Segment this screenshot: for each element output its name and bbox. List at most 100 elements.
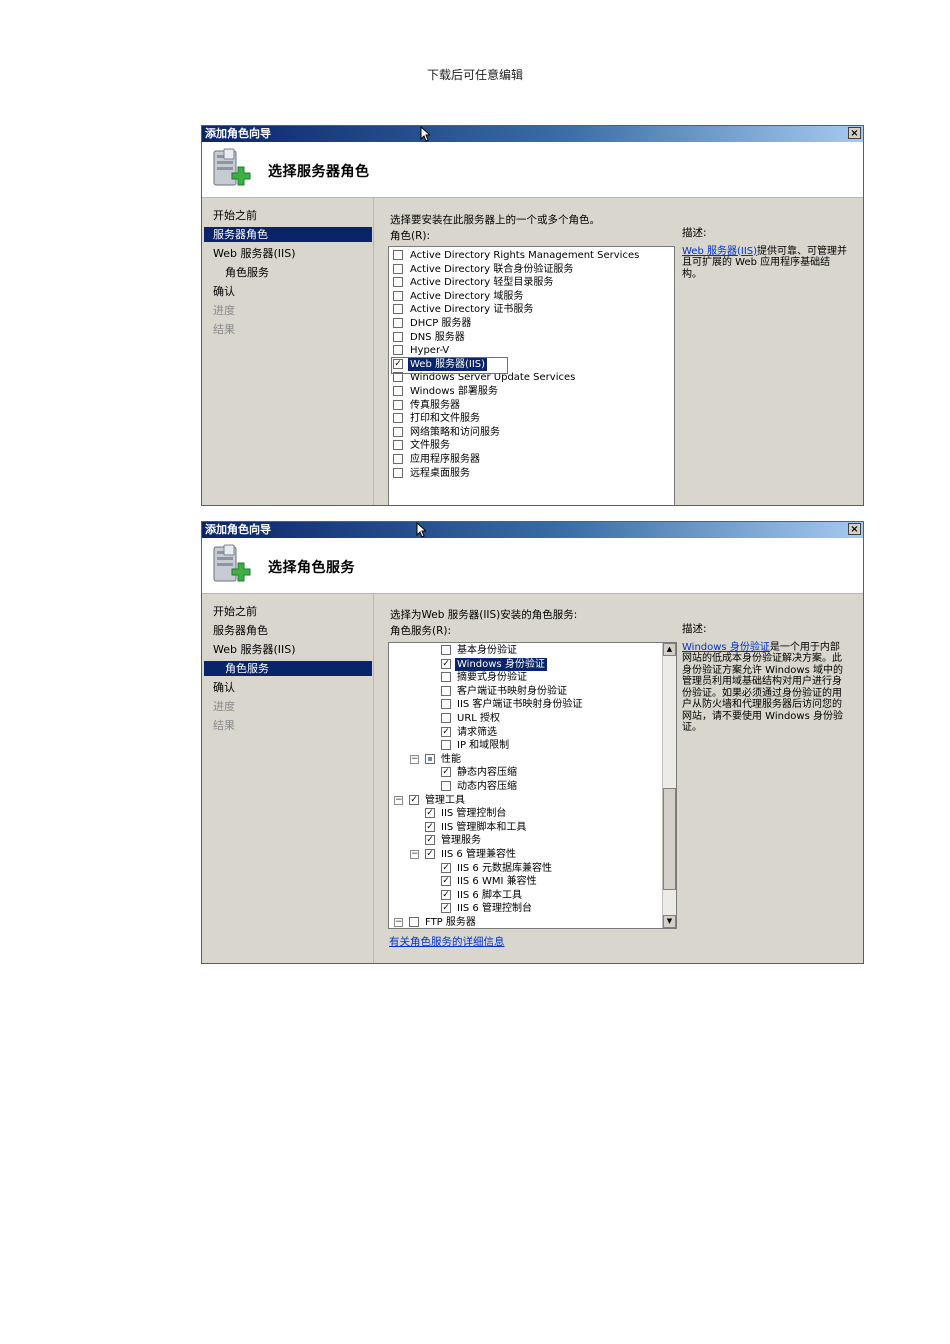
role-service-label: 客户端证书映射身份验证 bbox=[457, 685, 567, 697]
nav-item-before-you-begin[interactable]: 开始之前 bbox=[204, 604, 372, 619]
scroll-down-button[interactable]: ▼ bbox=[663, 915, 676, 928]
role-checkbox[interactable] bbox=[393, 331, 403, 342]
role-service-checkbox[interactable]: ✓ bbox=[441, 658, 451, 669]
role-services-tree[interactable]: − FTP 服务器 ✓ IIS 6 管理控制台 ✓ IIS 6 脚本工具 ✓ IIS 6 WM… bbox=[388, 642, 677, 929]
role-service-checkbox[interactable]: ✓ bbox=[441, 889, 451, 900]
close-button[interactable]: × bbox=[848, 127, 861, 139]
role-checkbox[interactable] bbox=[393, 413, 403, 424]
collapse-toggle-icon[interactable]: − bbox=[394, 918, 403, 927]
role-service-label: URL 授权 bbox=[457, 713, 501, 724]
wizard-nav: 开始之前 服务器角色 Web 服务器(IIS) 角色服务 确认 进度 结果 bbox=[202, 594, 374, 963]
description-text: 是一个用于内部网站的低成本身份验证解决方案。此身份验证方案允许 Windows … bbox=[682, 641, 843, 734]
role-checkbox[interactable] bbox=[393, 318, 403, 328]
role-service-checkbox[interactable]: ✓ bbox=[441, 903, 451, 914]
role-service-checkbox[interactable] bbox=[441, 713, 451, 723]
role-service-label: IIS 管理控制台 bbox=[441, 808, 507, 820]
nav-item-role-services[interactable]: 角色服务 bbox=[204, 661, 372, 676]
role-checkbox[interactable] bbox=[393, 290, 403, 301]
role-service-checkbox[interactable] bbox=[441, 685, 451, 696]
nav-item-web-server[interactable]: Web 服务器(IIS) bbox=[204, 246, 372, 261]
window-title: 添加角色向导 bbox=[205, 523, 271, 536]
role-checkbox[interactable] bbox=[393, 386, 403, 396]
role-checkbox[interactable] bbox=[393, 250, 403, 260]
role-service-checkbox[interactable]: ✓ bbox=[441, 726, 451, 737]
role-checkbox[interactable] bbox=[393, 467, 403, 478]
role-service-label: 基本身份验证 bbox=[457, 645, 517, 656]
role-label: Windows 部署服务 bbox=[410, 386, 498, 397]
role-service-label: IIS 管理脚本和工具 bbox=[441, 821, 527, 833]
description-link[interactable]: Windows 身份验证 bbox=[682, 642, 770, 653]
nav-item-confirmation[interactable]: 确认 bbox=[204, 284, 372, 299]
role-label: Active Directory 轻型目录服务 bbox=[410, 277, 554, 289]
title-bar[interactable]: 添加角色向导 × bbox=[202, 126, 863, 142]
server-add-icon bbox=[213, 148, 251, 186]
role-service-checkbox[interactable] bbox=[441, 781, 451, 791]
role-label: Active Directory Rights Management Servi… bbox=[410, 250, 640, 261]
role-service-label: 管理工具 bbox=[425, 794, 465, 806]
mouse-cursor-icon bbox=[416, 522, 426, 538]
role-service-checkbox[interactable] bbox=[425, 753, 435, 764]
nav-item-web-server[interactable]: Web 服务器(IIS) bbox=[204, 642, 372, 657]
vertical-scrollbar[interactable]: ▲ ▼ bbox=[662, 643, 676, 928]
role-checkbox[interactable] bbox=[393, 440, 403, 451]
page-title: 选择角色服务 bbox=[268, 560, 355, 576]
role-service-checkbox[interactable]: ✓ bbox=[425, 821, 435, 832]
role-service-label: IIS 6 WMI 兼容性 bbox=[457, 876, 537, 888]
collapse-toggle-icon[interactable]: − bbox=[394, 795, 403, 805]
role-service-label: IIS 6 管理控制台 bbox=[457, 903, 532, 915]
role-service-checkbox[interactable]: ✓ bbox=[425, 849, 435, 859]
role-service-checkbox[interactable]: ✓ bbox=[441, 767, 451, 778]
description-panel: 描述: Web 服务器(IIS)提供可靠、可管理并且可扩展的 Web 应用程序基… bbox=[682, 227, 848, 280]
role-label: 应用程序服务器 bbox=[410, 454, 480, 465]
role-service-checkbox[interactable]: ✓ bbox=[425, 835, 435, 846]
role-label: 远程桌面服务 bbox=[410, 467, 470, 479]
role-checkbox[interactable] bbox=[393, 426, 403, 437]
role-label: Active Directory 域服务 bbox=[410, 290, 524, 302]
role-checkbox[interactable] bbox=[393, 399, 403, 410]
nav-item-confirmation[interactable]: 确认 bbox=[204, 680, 372, 695]
wizard-main: 选择要安装在此服务器上的一个或多个角色。 角色(R): Active Direc… bbox=[374, 198, 863, 505]
description-panel: 描述: Windows 身份验证是一个用于内部网站的低成本身份验证解决方案。此身… bbox=[682, 623, 848, 734]
role-checkbox[interactable] bbox=[393, 454, 403, 464]
role-checkbox[interactable] bbox=[393, 277, 403, 288]
nav-item-server-roles[interactable]: 服务器角色 bbox=[204, 623, 372, 638]
role-label: 文件服务 bbox=[410, 440, 450, 452]
role-service-checkbox[interactable] bbox=[441, 672, 451, 683]
role-checkbox[interactable] bbox=[393, 345, 403, 356]
instruction-text: 选择要安装在此服务器上的一个或多个角色。 bbox=[390, 214, 600, 226]
roles-list-label: 角色(R): bbox=[390, 230, 431, 242]
roles-list[interactable]: Active Directory Rights Management Servi… bbox=[388, 246, 675, 505]
role-service-checkbox[interactable] bbox=[441, 645, 451, 655]
role-service-checkbox[interactable]: ✓ bbox=[409, 794, 419, 805]
role-service-checkbox[interactable]: ✓ bbox=[441, 876, 451, 887]
role-label: Active Directory 证书服务 bbox=[410, 304, 534, 316]
page-title: 选择服务器角色 bbox=[268, 164, 370, 180]
role-services-list-label: 角色服务(R): bbox=[390, 625, 452, 637]
nav-item-role-services[interactable]: 角色服务 bbox=[204, 265, 372, 280]
role-service-checkbox[interactable]: ✓ bbox=[441, 862, 451, 873]
role-service-label: IP 和域限制 bbox=[457, 740, 510, 752]
role-service-checkbox[interactable] bbox=[441, 699, 451, 710]
role-service-checkbox[interactable] bbox=[409, 917, 419, 927]
collapse-toggle-icon[interactable]: − bbox=[410, 850, 419, 859]
nav-item-server-roles[interactable]: 服务器角色 bbox=[204, 227, 372, 242]
title-bar[interactable]: 添加角色向导 × bbox=[202, 522, 863, 538]
nav-item-before-you-begin[interactable]: 开始之前 bbox=[204, 208, 372, 223]
close-button[interactable]: × bbox=[848, 523, 861, 535]
more-info-link[interactable]: 有关角色服务的详细信息 bbox=[389, 934, 505, 949]
collapse-toggle-icon[interactable]: − bbox=[410, 754, 419, 764]
nav-item-results: 结果 bbox=[213, 719, 235, 732]
scroll-thumb[interactable] bbox=[663, 788, 676, 890]
role-service-label: 性能 bbox=[441, 753, 461, 765]
role-label: DNS 服务器 bbox=[410, 331, 465, 343]
scroll-up-button[interactable]: ▲ bbox=[663, 643, 676, 656]
role-service-label: Windows 身份验证 bbox=[455, 657, 547, 671]
nav-item-progress: 进度 bbox=[213, 700, 235, 713]
role-checkbox[interactable] bbox=[393, 263, 403, 274]
add-roles-wizard-window-1: 添加角色向导 × 选择服务器角色 开始之前 服务器角色 Web 服务器(IIS)… bbox=[201, 125, 864, 506]
role-service-checkbox[interactable] bbox=[441, 740, 451, 751]
role-service-label: 摘要式身份验证 bbox=[457, 672, 527, 684]
role-service-checkbox[interactable]: ✓ bbox=[425, 808, 435, 819]
description-link[interactable]: Web 服务器(IIS) bbox=[682, 246, 757, 257]
role-checkbox[interactable] bbox=[393, 304, 403, 315]
